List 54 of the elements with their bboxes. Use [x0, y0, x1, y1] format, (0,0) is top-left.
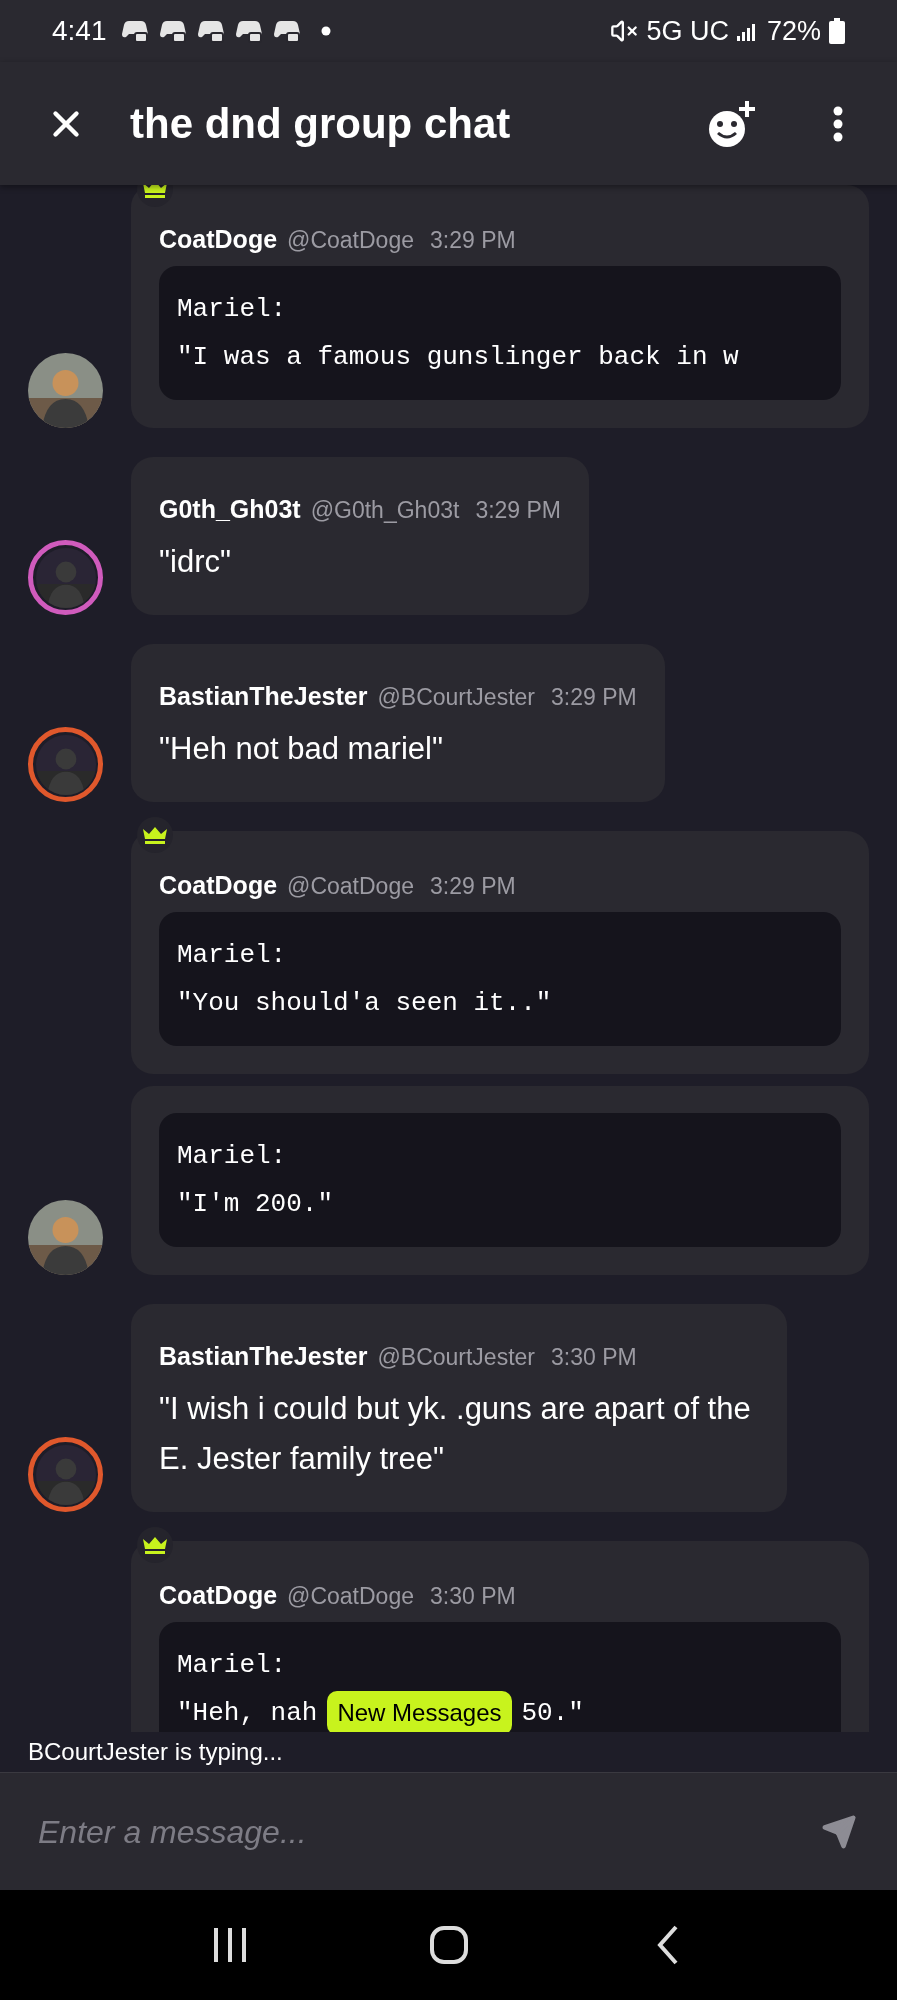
code-line: Mariel: — [177, 293, 288, 326]
more-icon — [833, 105, 843, 142]
dot-icon — [320, 26, 331, 36]
author-handle: @CoatDoge — [287, 226, 414, 255]
network-type: 5G UC — [646, 14, 729, 48]
message-time: 3:29 PM — [551, 683, 637, 712]
author-name[interactable]: BastianTheJester — [159, 678, 368, 716]
message-time: 3:30 PM — [430, 1582, 516, 1611]
battery-level: 72% — [766, 14, 821, 48]
code-line: Mariel: — [177, 1649, 288, 1682]
author-name[interactable]: CoatDoge — [159, 1577, 278, 1615]
message-input[interactable]: Enter a message... — [38, 1807, 819, 1856]
crown-icon — [142, 185, 168, 198]
code-line: 50." — [521, 1697, 584, 1730]
author-name[interactable]: BastianTheJester — [159, 1338, 368, 1376]
code-line: "I'm 200." — [177, 1188, 335, 1221]
app-notification-icon — [120, 19, 149, 43]
back-icon — [655, 1925, 680, 1965]
author-handle: @CoatDoge — [287, 872, 414, 901]
author-handle: @CoatDoge — [287, 1582, 414, 1611]
message-text: "idrc" — [159, 543, 232, 581]
battery-icon — [829, 18, 845, 44]
home-icon — [429, 1926, 468, 1964]
message-time: 3:29 PM — [430, 226, 516, 255]
author-name[interactable]: CoatDoge — [159, 867, 278, 905]
author-handle: @G0th_Gh03t — [310, 496, 460, 525]
code-line: "You should'a seen it.." — [177, 987, 553, 1020]
message-time: 3:29 PM — [475, 496, 562, 525]
recent-apps-icon — [211, 1928, 248, 1962]
new-messages-badge[interactable]: New Messages — [327, 1691, 512, 1735]
app-notification-icon — [158, 19, 187, 43]
message-text: "I wish i could but yk. .guns are apart of the E. Jester family tree" — [159, 1390, 752, 1478]
author-name[interactable]: CoatDoge — [159, 221, 278, 259]
code-line: "I was a famous gunslinger back in w — [177, 341, 740, 374]
crown-icon — [142, 1536, 168, 1554]
typing-indicator: BCourtJester is typing... — [28, 1737, 283, 1767]
home-button[interactable] — [428, 1925, 469, 1965]
clock: 4:41 — [52, 14, 107, 48]
code-line: Mariel: — [177, 939, 288, 972]
message-field[interactable]: Enter a message... — [0, 1772, 897, 1890]
code-line: Mariel: — [177, 1140, 288, 1173]
app-notification-icon — [272, 19, 301, 43]
chat-title: the dnd group chat — [130, 99, 511, 149]
author-handle: @BCourtJester — [377, 1343, 535, 1372]
code-line: "Heh, nah — [177, 1697, 318, 1730]
crown-icon — [142, 826, 168, 844]
author-name[interactable]: G0th_Gh03t — [159, 491, 301, 529]
app-notification-icon — [234, 19, 263, 43]
message-text: "Heh not bad mariel" — [159, 730, 444, 768]
send-icon — [821, 1813, 857, 1850]
app-notification-icon — [196, 19, 225, 43]
author-handle: @BCourtJester — [377, 683, 535, 712]
message-time: 3:29 PM — [430, 872, 516, 901]
message-time: 3:30 PM — [551, 1343, 637, 1372]
